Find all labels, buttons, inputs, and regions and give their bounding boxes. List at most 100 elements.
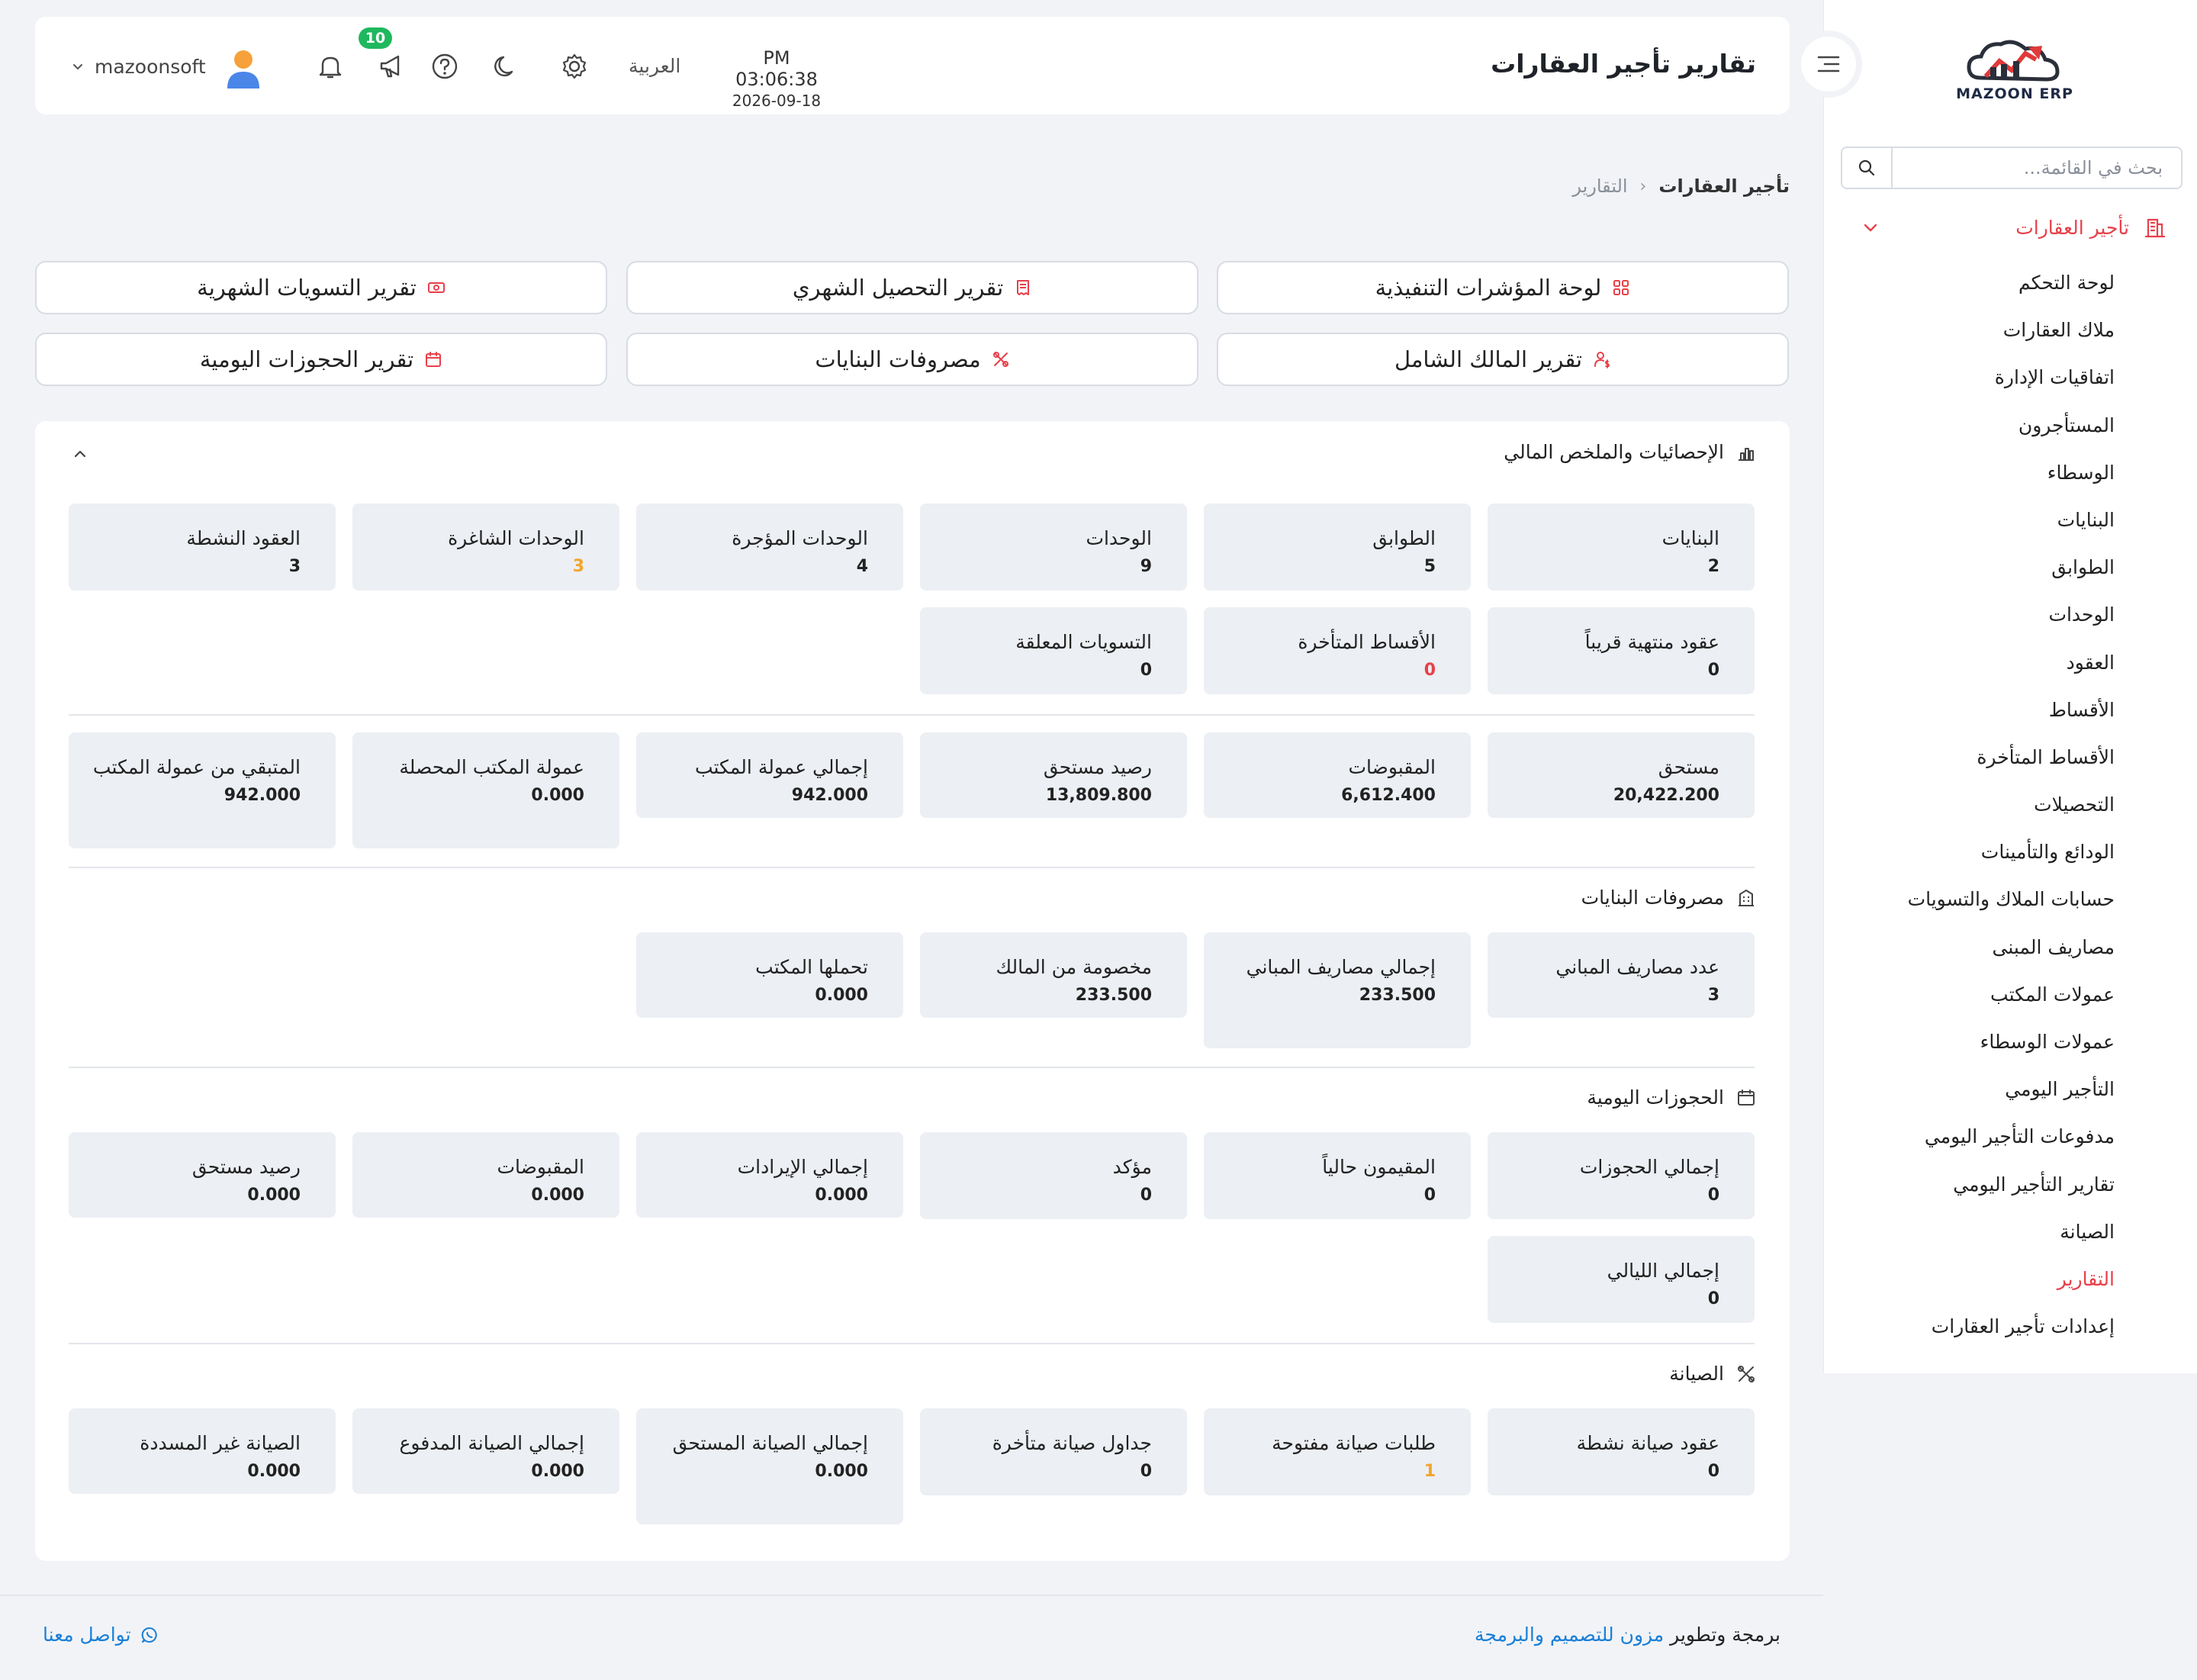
menu-group-label: تأجير العقارات (2015, 216, 2129, 239)
building-expenses-label: مصروفات البنايات (815, 346, 981, 372)
clock-time: PM 03:06:38 (735, 47, 818, 90)
sidebar-item-collections[interactable]: التحصيلات (1824, 787, 2115, 835)
monthly-settlements-button[interactable]: تقرير التسويات الشهرية (35, 261, 607, 314)
dark-mode-toggle[interactable] (488, 49, 523, 84)
stat-label: عمولة المكتب المحصلة (399, 756, 584, 778)
contact-us-link[interactable]: تواصل معنا (43, 1624, 159, 1646)
cash-icon (427, 282, 445, 293)
sidebar-toggle-button[interactable] (1795, 31, 1862, 98)
username: mazoonsoft (95, 55, 206, 78)
building-expenses-button[interactable]: مصروفات البنايات (626, 333, 1198, 386)
sidebar-item-installments[interactable]: الأقساط (1824, 693, 2115, 740)
language-switcher[interactable]: العربية (629, 55, 680, 77)
app-logo[interactable]: MAZOON ERP (1946, 31, 2083, 107)
stat-deducted-from-owner: مخصومة من المالك 233.500 (920, 932, 1187, 1018)
section-divider (69, 714, 1755, 716)
sidebar-item-tenants[interactable]: المستأجرون (1824, 408, 2115, 455)
sidebar-item-overdue-installments[interactable]: الأقساط المتأخرة (1824, 740, 2115, 787)
stat-value: 0 (1423, 661, 1436, 680)
stat-units: الوحدات 9 (920, 504, 1187, 591)
building-expenses-section-title: مصروفات البنايات (1581, 887, 1756, 909)
sidebar-item-contracts[interactable]: العقود (1824, 645, 2115, 693)
sidebar-item-dashboard[interactable]: لوحة التحكم (1824, 266, 2115, 313)
daily-bookings-button[interactable]: تقرير الحجوزات اليومية (35, 333, 607, 386)
tools-icon (992, 352, 1008, 367)
stats-section-title: الإحصائيات والملخص المالي (1504, 441, 1756, 463)
logo-text: MAZOON ERP (1956, 85, 2073, 102)
calendar-icon (1738, 1089, 1755, 1106)
stat-value: 6,612.400 (1341, 786, 1436, 805)
stat-booking-receipts: المقبوضات 0.000 (352, 1132, 619, 1218)
notification-count-badge: 10 (359, 27, 392, 49)
avatar[interactable] (224, 47, 262, 90)
announcements-button[interactable] (374, 49, 409, 84)
sidebar-item-management-agreements[interactable]: اتفاقيات الإدارة (1824, 360, 2115, 407)
sidebar-item-daily-rental-reports[interactable]: تقارير التأجير اليومي (1824, 1167, 2115, 1215)
sidebar-search (1841, 146, 2183, 189)
notifications-button[interactable] (313, 49, 348, 84)
stat-label: البنايات (1661, 527, 1719, 549)
footer-credit-link[interactable]: مزون للتصميم والبرمجة (1475, 1624, 1664, 1646)
user-menu[interactable]: mazoonsoft (72, 47, 206, 85)
stats-title-text: الإحصائيات والملخص المالي (1504, 441, 1724, 463)
stat-label: الوحدات المؤجرة (732, 527, 868, 549)
stat-value: 942.000 (791, 786, 868, 805)
stat-office-commission-remaining: المتبقي من عمولة المكتب 942.000 (69, 732, 336, 848)
maintenance-section-title: الصيانة (1669, 1363, 1756, 1385)
stat-label: مستحق (1658, 756, 1719, 778)
sidebar-item-units[interactable]: الوحدات (1824, 597, 2115, 645)
stat-value: 3 (1707, 986, 1719, 1005)
breadcrumb-parent[interactable]: تأجير العقارات (1658, 175, 1790, 197)
stat-label: المتبقي من عمولة المكتب (92, 756, 301, 778)
sidebar-item-buildings[interactable]: البنايات (1824, 503, 2115, 550)
sidebar-item-reports[interactable]: التقارير (1824, 1262, 2115, 1309)
monthly-settlements-label: تقرير التسويات الشهرية (197, 275, 417, 301)
stat-maintenance-paid-total: إجمالي الصيانة المدفوع 0.000 (352, 1408, 619, 1494)
sidebar-item-office-commissions[interactable]: عمولات المكتب (1824, 977, 2115, 1025)
menu-group-property-rental[interactable]: تأجير العقارات (1862, 208, 2167, 247)
owner-comprehensive-button[interactable]: تقرير المالك الشامل (1217, 333, 1789, 386)
search-button[interactable] (1842, 148, 1893, 188)
help-button[interactable] (427, 49, 462, 84)
stat-active-contracts: العقود النشطة 3 (69, 504, 336, 591)
building-icon (1739, 889, 1754, 906)
stat-value: 1 (1423, 1462, 1436, 1481)
stat-value: 942.000 (224, 786, 301, 805)
daily-bookings-label: تقرير الحجوزات اليومية (199, 346, 414, 372)
sidebar-item-property-owners[interactable]: ملاك العقارات (1824, 313, 2115, 360)
stat-rented-units: الوحدات المؤجرة 4 (636, 504, 903, 591)
monthly-collection-button[interactable]: تقرير التحصيل الشهري (626, 261, 1198, 314)
stat-value: 0.000 (531, 1186, 584, 1205)
stat-total-revenue: إجمالي الإيرادات 0.000 (636, 1132, 903, 1218)
section-divider (69, 1343, 1755, 1344)
sidebar-item-building-expenses[interactable]: مصاريف المبنى (1824, 930, 2115, 977)
stat-label: رصيد مستحق (1043, 756, 1152, 778)
settings-button[interactable] (557, 49, 592, 84)
stat-label: تحملها المكتب (755, 956, 868, 978)
sidebar-item-owner-accounts[interactable]: حسابات الملاك والتسويات (1824, 882, 2115, 929)
sidebar-search-input[interactable] (1893, 148, 2181, 188)
sidebar-item-broker-commissions[interactable]: عمولات الوسطاء (1824, 1025, 2115, 1072)
stat-value: 5 (1423, 557, 1436, 576)
sidebar-item-brokers[interactable]: الوسطاء (1824, 455, 2115, 503)
sidebar-item-rental-settings[interactable]: إعدادات تأجير العقارات (1824, 1309, 2115, 1357)
stat-borne-by-office: تحملها المكتب 0.000 (636, 932, 903, 1018)
sidebar-item-maintenance[interactable]: الصيانة (1824, 1215, 2115, 1262)
collapse-button[interactable] (69, 443, 92, 465)
stat-booking-balance: رصيد مستحق 0.000 (69, 1132, 336, 1218)
stat-label: المقبوضات (1348, 756, 1436, 778)
sidebar-item-floors[interactable]: الطوابق (1824, 550, 2115, 597)
stat-value: 233.500 (1075, 986, 1152, 1005)
stats-card: الإحصائيات والملخص المالي البنايات 2 الط… (35, 421, 1790, 1561)
kpi-dashboard-button[interactable]: لوحة المؤشرات التنفيذية (1217, 261, 1789, 314)
sidebar-item-deposits[interactable]: الودائع والتأمينات (1824, 835, 2115, 882)
receipt-icon (1017, 280, 1030, 295)
stat-value: 0.000 (815, 1186, 868, 1205)
chevron-up-icon (74, 450, 86, 458)
breadcrumb-separator: ‹ (1639, 176, 1647, 196)
stat-pending-settlements: التسويات المعلقة 0 (920, 607, 1187, 694)
stat-value: 0 (1707, 661, 1719, 680)
sidebar-menu: لوحة التحكم ملاك العقارات اتفاقيات الإدا… (1824, 266, 2115, 1357)
sidebar-item-daily-rental[interactable]: التأجير اليومي (1824, 1072, 2115, 1119)
sidebar-item-daily-rental-payments[interactable]: مدفوعات التأجير اليومي (1824, 1119, 2115, 1167)
